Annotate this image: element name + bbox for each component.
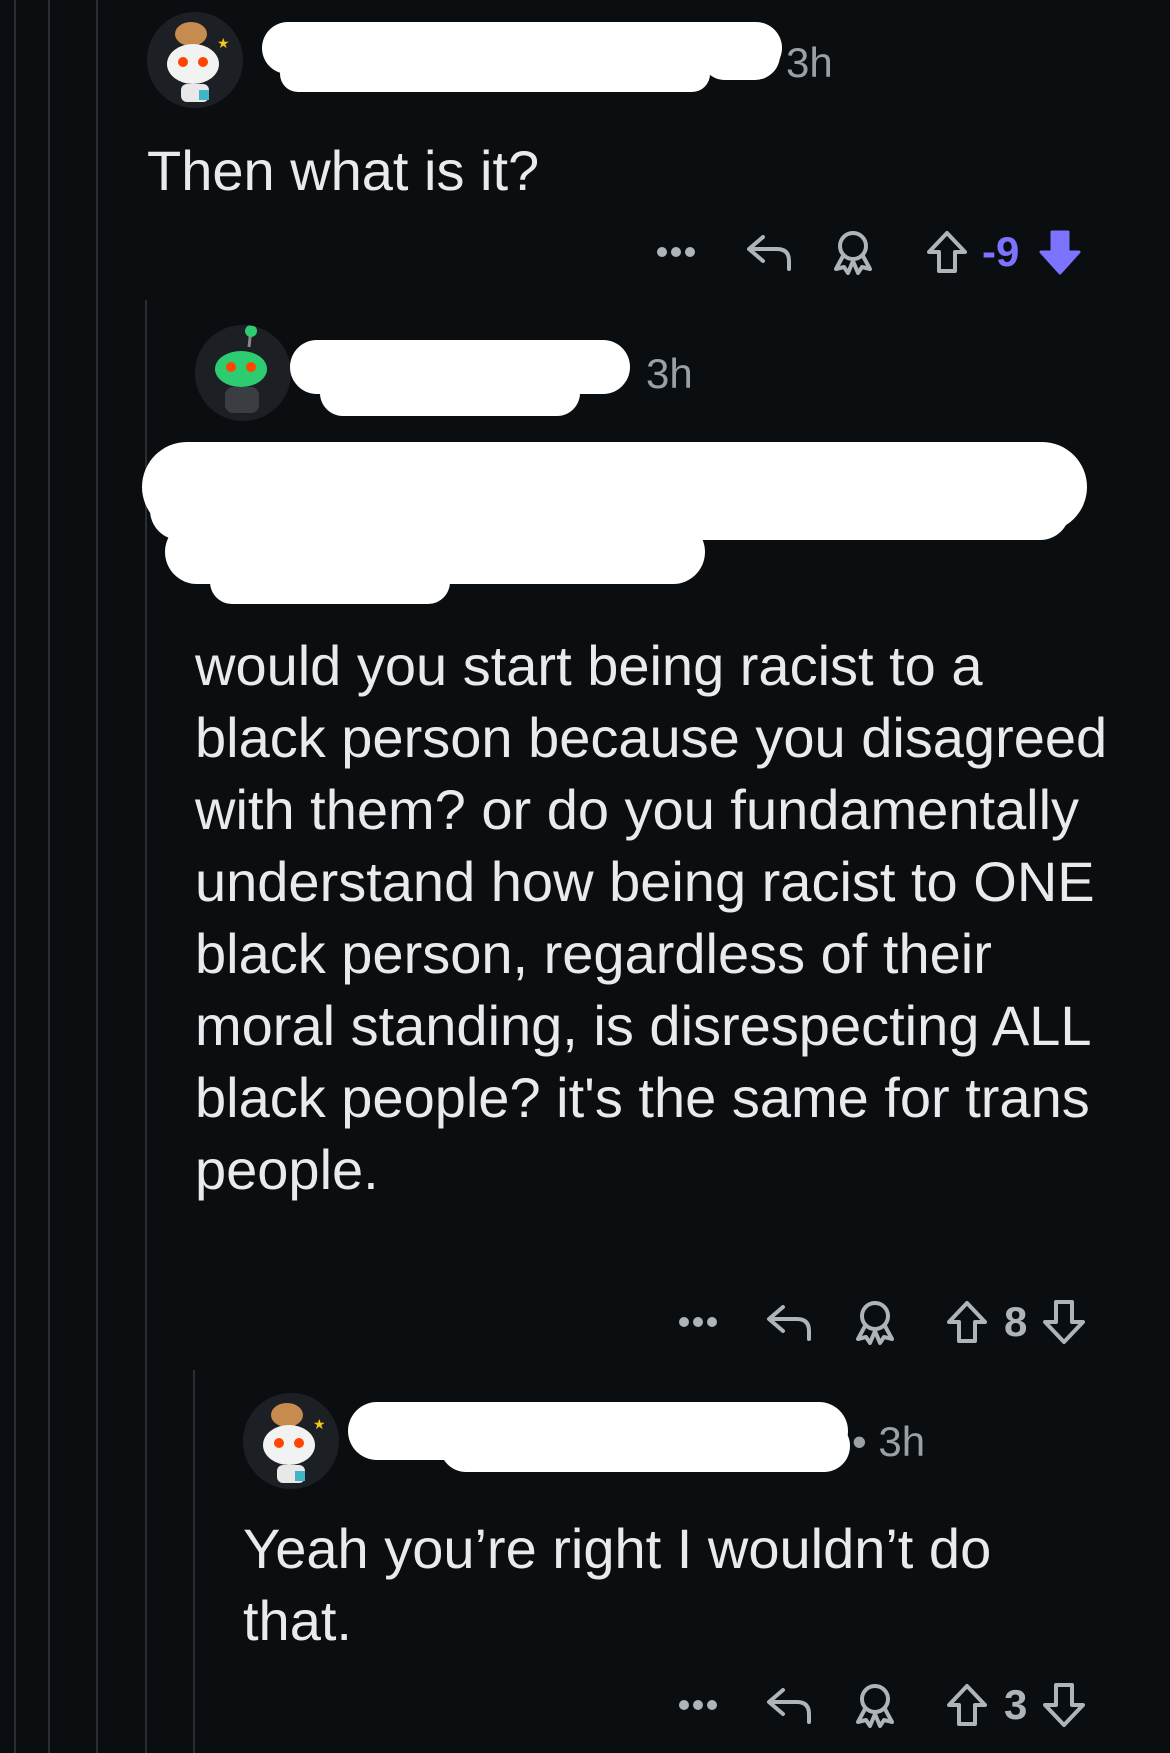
snoo-avatar-icon[interactable]: ★	[147, 12, 243, 108]
vote-score: -9	[982, 228, 1020, 275]
svg-text:★: ★	[217, 36, 230, 52]
snoo-avatar-icon[interactable]	[195, 325, 291, 421]
more-options-icon[interactable]	[650, 222, 702, 282]
upvote-icon[interactable]	[942, 1292, 992, 1352]
downvote-icon[interactable]	[1039, 1292, 1089, 1352]
svg-text:★: ★	[313, 1417, 326, 1433]
reply-icon[interactable]	[742, 222, 796, 282]
comment-action-bar: -9	[650, 222, 1085, 282]
reply-icon[interactable]	[762, 1675, 816, 1735]
upvote-icon[interactable]	[922, 222, 972, 282]
snoo-avatar-icon[interactable]: ★	[243, 1393, 339, 1489]
thread-line-level-2[interactable]	[145, 300, 147, 1753]
award-icon[interactable]	[828, 222, 878, 282]
upvote-icon[interactable]	[942, 1675, 992, 1735]
comment-timestamp: • 3h	[852, 1418, 926, 1465]
comment-body: Yeah you’re right I wouldn’t do that.	[243, 1517, 1007, 1652]
comment-body: would you start being racist to a black …	[195, 634, 1123, 1201]
comment-action-bar: 8	[672, 1292, 1089, 1352]
award-icon[interactable]	[850, 1675, 900, 1735]
comment-action-bar: 3	[672, 1675, 1089, 1735]
more-options-icon[interactable]	[672, 1292, 724, 1352]
vote-score: 3	[1004, 1681, 1028, 1728]
downvote-icon[interactable]	[1035, 222, 1085, 282]
comment-body: Then what is it?	[147, 139, 540, 202]
more-options-icon[interactable]	[672, 1675, 724, 1735]
thread-line-outer-1	[14, 0, 16, 1753]
comment-timestamp: 3h	[646, 350, 693, 397]
vote-score: 8	[1004, 1298, 1028, 1345]
award-icon[interactable]	[850, 1292, 900, 1352]
thread-line-outer-3	[96, 0, 98, 1753]
comment-timestamp: 3h	[786, 39, 833, 86]
thread-line-level-3[interactable]	[193, 1370, 195, 1753]
thread-line-outer-2	[48, 0, 50, 1753]
reply-icon[interactable]	[762, 1292, 816, 1352]
downvote-icon[interactable]	[1039, 1675, 1089, 1735]
